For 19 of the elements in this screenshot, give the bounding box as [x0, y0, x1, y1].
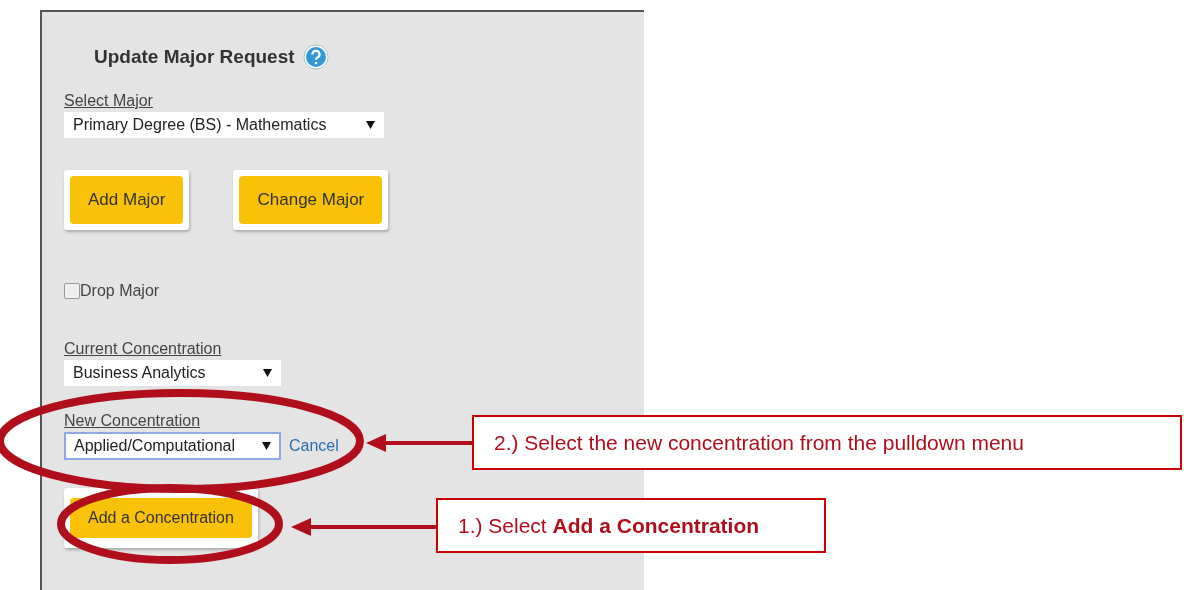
add-concentration-button[interactable]: Add a Concentration [70, 498, 252, 538]
cancel-link[interactable]: Cancel [289, 437, 339, 455]
dropdown[interactable]: Applied/Computational [64, 432, 281, 460]
callout-text: 2.) Select the new concentration from the pulldown menu [472, 415, 1182, 470]
field-label: New Concentration [64, 412, 201, 430]
major-button[interactable]: Change Major [239, 176, 383, 224]
major-button[interactable]: Add Major [70, 176, 184, 224]
caret-icon [262, 442, 271, 450]
field-label: Current Concentration [64, 340, 222, 358]
dropdown[interactable]: Business Analytics [64, 360, 281, 386]
callout-text: 1.) Select Add a Concentration [436, 498, 826, 553]
field-label: Select Major [64, 92, 153, 110]
dropdown[interactable]: Primary Degree (BS) - Mathematics [64, 112, 384, 138]
caret-icon [366, 121, 375, 129]
caret-icon [263, 369, 272, 377]
help-icon[interactable] [302, 44, 329, 70]
form-title: Update Major Request [94, 46, 295, 68]
checkbox-label[interactable]: Drop Major [80, 282, 160, 300]
checkbox[interactable] [64, 283, 80, 299]
